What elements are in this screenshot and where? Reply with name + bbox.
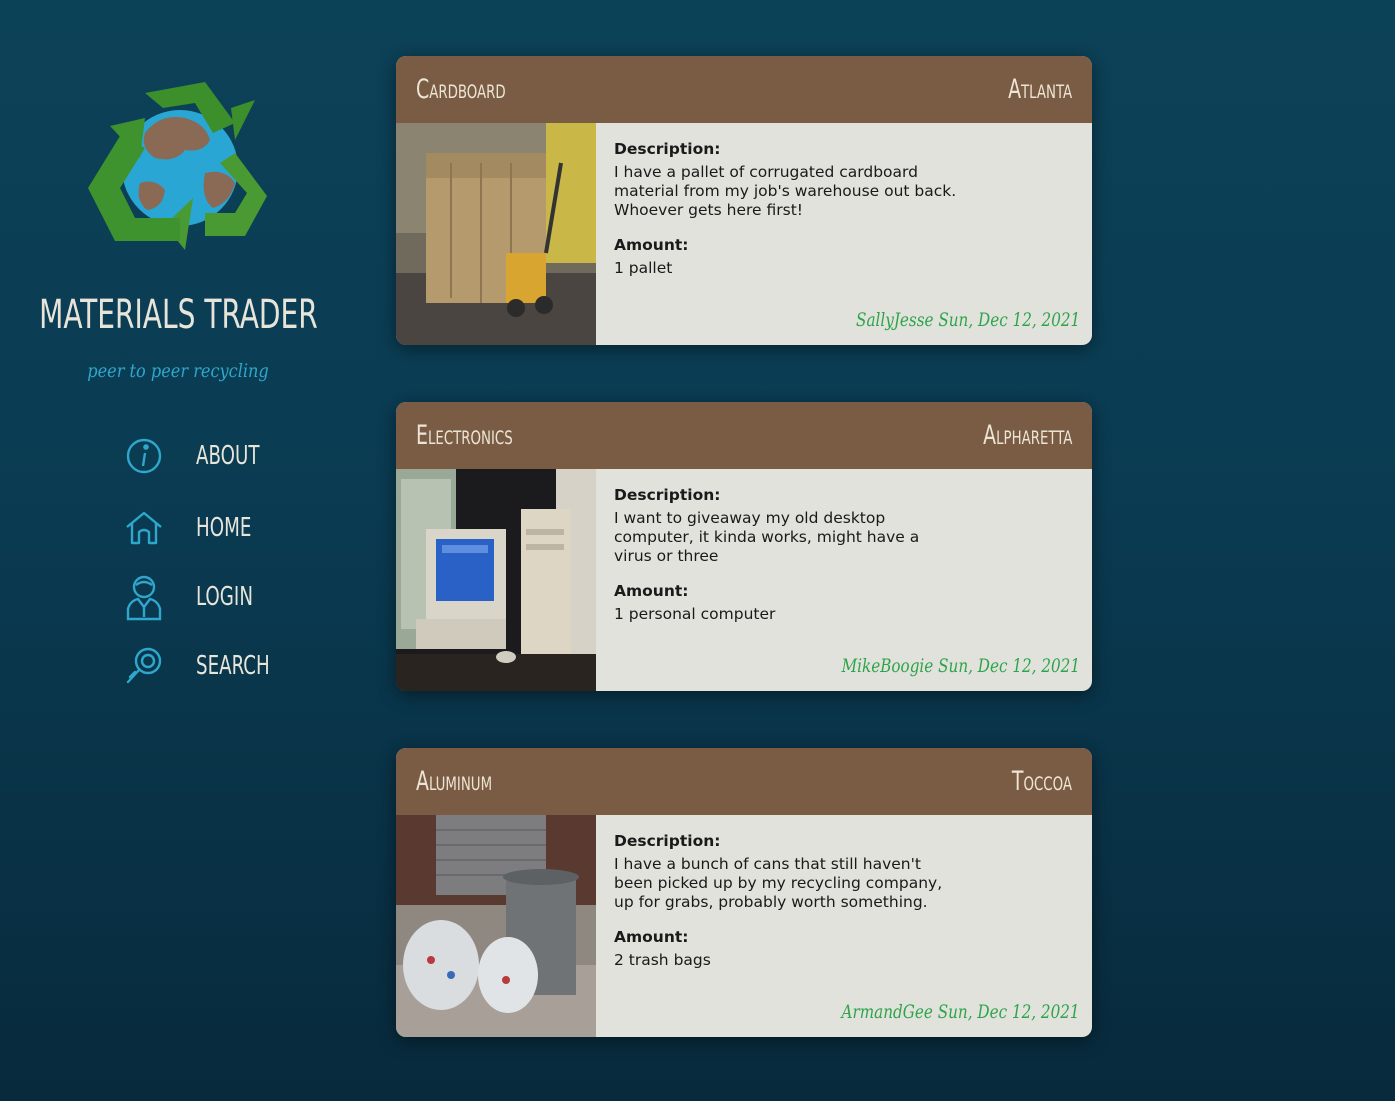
recycle-globe-icon[interactable] xyxy=(85,78,270,253)
poster-name: MikeBoogie xyxy=(841,655,934,677)
description-label: Description: xyxy=(614,140,721,158)
poster-name: ArmandGee xyxy=(841,1001,934,1023)
nav-home[interactable]: HOME xyxy=(118,504,318,552)
search-icon xyxy=(118,644,170,688)
nav-about[interactable]: ABOUT xyxy=(118,432,318,480)
amount-text: 1 pallet xyxy=(614,259,673,277)
material-name: Cardboard xyxy=(416,74,506,105)
listing-card[interactable]: Cardboard Atlanta Description: I have a … xyxy=(396,56,1092,345)
user-icon xyxy=(118,575,170,621)
description-label: Description: xyxy=(614,486,721,504)
city-name: Atlanta xyxy=(1007,74,1072,105)
post-date: Sun, Dec 12, 2021 xyxy=(938,655,1080,677)
poster-info: SallyJesse Sun, Dec 12, 2021 xyxy=(856,309,1080,331)
post-date: Sun, Dec 12, 2021 xyxy=(938,1001,1080,1023)
city-name: Alpharetta xyxy=(982,420,1072,451)
post-date: Sun, Dec 12, 2021 xyxy=(938,309,1080,331)
poster-name: SallyJesse xyxy=(855,309,934,331)
listing-photo xyxy=(396,815,596,1037)
listing-card[interactable]: Electronics Alpharetta Description: I wa… xyxy=(396,402,1092,691)
amount-text: 1 personal computer xyxy=(614,605,776,623)
amount-label: Amount: xyxy=(614,236,689,254)
listing-card[interactable]: Aluminum Toccoa Description: I have a bu… xyxy=(396,748,1092,1037)
material-name: Aluminum xyxy=(416,766,493,797)
listing-photo xyxy=(396,469,596,691)
material-name: Electronics xyxy=(416,420,513,451)
poster-info: MikeBoogie Sun, Dec 12, 2021 xyxy=(842,655,1080,677)
nav-search-label: SEARCH xyxy=(196,651,270,681)
amount-label: Amount: xyxy=(614,582,689,600)
info-icon xyxy=(118,434,170,478)
poster-info: ArmandGee Sun, Dec 12, 2021 xyxy=(842,1001,1080,1023)
nav-login-label: LOGIN xyxy=(196,582,253,612)
home-icon xyxy=(118,506,170,550)
amount-text: 2 trash bags xyxy=(614,951,711,969)
description-text: I have a pallet of corrugated cardboard … xyxy=(614,163,957,219)
description-label: Description: xyxy=(614,832,721,850)
brand-title: MATERIALS TRADER xyxy=(39,292,318,338)
sidebar: MATERIALS TRADER peer to peer recycling … xyxy=(0,0,360,1101)
description-text: I want to giveaway my old desktop comput… xyxy=(614,509,920,565)
amount-label: Amount: xyxy=(614,928,689,946)
nav-login[interactable]: LOGIN xyxy=(118,573,318,621)
brand-tagline: peer to peer recycling xyxy=(87,360,269,382)
city-name: Toccoa xyxy=(1011,766,1072,797)
card-header: Aluminum Toccoa xyxy=(396,748,1092,815)
card-header: Cardboard Atlanta xyxy=(396,56,1092,123)
description-text: I have a bunch of cans that still haven'… xyxy=(614,855,943,911)
nav-home-label: HOME xyxy=(196,513,252,543)
nav-about-label: ABOUT xyxy=(196,441,260,471)
nav-search[interactable]: SEARCH xyxy=(118,642,318,690)
listing-photo xyxy=(396,123,596,345)
card-header: Electronics Alpharetta xyxy=(396,402,1092,469)
